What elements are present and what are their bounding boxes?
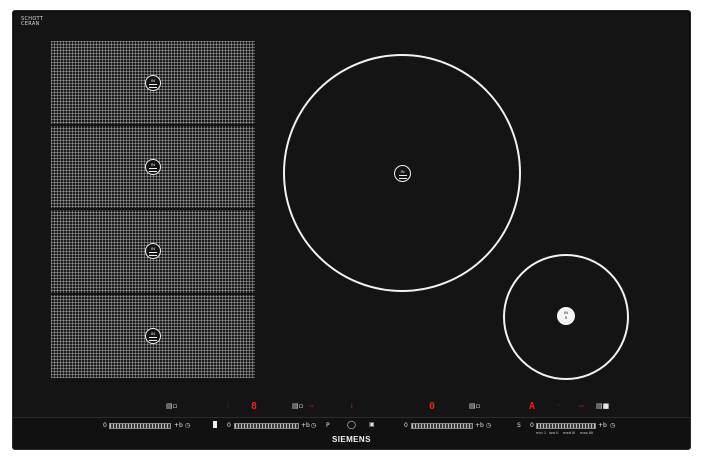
induction-lines-icon bbox=[398, 175, 407, 179]
touch-control-strip: 0 +b ◷ 0 +b ◷ P ◯ ▣ SIEMENS 0 +b ◷ S 0 +… bbox=[13, 417, 690, 449]
clock-icon[interactable]: ◷ bbox=[610, 422, 615, 429]
zone3-sub-display: ′′ bbox=[558, 404, 561, 411]
fry-sensor-mode-icon[interactable]: ▤■ bbox=[596, 402, 609, 410]
badge-label: IN bbox=[400, 169, 405, 174]
flex-mode-icon[interactable]: ▤▫ bbox=[292, 402, 303, 410]
warning-indicator-icon: ⋮ bbox=[225, 402, 231, 409]
large-zone-badge: IN bbox=[394, 165, 411, 182]
flex-divider bbox=[51, 293, 255, 295]
clock-icon[interactable]: ◷ bbox=[311, 422, 316, 429]
fry-scale-max: max IIII bbox=[580, 431, 594, 435]
slider-4-min-label[interactable]: 0 bbox=[530, 422, 534, 429]
brand-logo: SIEMENS bbox=[332, 435, 371, 444]
induction-lines-icon bbox=[149, 168, 157, 172]
flex-zone-badge-2: IN bbox=[145, 159, 161, 175]
fry-scale-low: low II bbox=[549, 431, 559, 435]
power-slider-2[interactable] bbox=[234, 423, 299, 429]
boost-indicator-icon: ⇨ bbox=[579, 403, 585, 410]
slider-2-min-label[interactable]: 0 bbox=[227, 422, 231, 429]
clock-icon[interactable]: ◷ bbox=[486, 422, 491, 429]
power-slider-1[interactable] bbox=[109, 423, 171, 429]
power-icon[interactable]: ◯ bbox=[347, 421, 356, 429]
badge-label: IN bbox=[151, 78, 155, 83]
slider-2-boost-button[interactable]: +b bbox=[301, 422, 310, 429]
power-slider-3[interactable] bbox=[411, 423, 473, 429]
status-indicator: I bbox=[351, 403, 353, 410]
fry-scale-min: min 1 bbox=[536, 431, 547, 435]
slider-3-min-label[interactable]: 0 bbox=[404, 422, 408, 429]
zone3-power-display: A bbox=[529, 401, 536, 412]
slider-1-min-label[interactable]: 0 bbox=[103, 422, 107, 429]
clock-icon[interactable]: ◷ bbox=[185, 422, 190, 429]
flex-divider bbox=[51, 124, 255, 126]
flex-zone-badge-1: IN bbox=[145, 75, 161, 91]
flex-divider bbox=[51, 208, 255, 210]
flex-zone-badge-4: IN bbox=[145, 328, 161, 344]
fry-scale-med: med III bbox=[563, 431, 576, 435]
zone2-timer-display: 0 bbox=[429, 401, 436, 412]
badge-sub-label: S bbox=[564, 315, 568, 320]
badge-label: IN bbox=[151, 246, 155, 251]
slider-4-boost-button[interactable]: +b bbox=[598, 422, 607, 429]
small-zone-badge: IN S bbox=[557, 307, 575, 325]
slider-3-boost-button[interactable]: +b bbox=[475, 422, 484, 429]
flex-select-icon[interactable] bbox=[213, 421, 217, 428]
power-slider-4[interactable] bbox=[536, 423, 596, 429]
induction-cooktop: SCHOTT CERAN IN IN IN IN IN IN S ▤▫ ⋮ 8 … bbox=[12, 10, 691, 450]
boost-indicator-icon: ⇨ bbox=[309, 403, 315, 410]
pause-button[interactable]: P bbox=[326, 422, 330, 429]
zone1-power-display: 8 bbox=[251, 401, 258, 412]
flex-induction-zone[interactable]: IN IN IN IN bbox=[51, 41, 255, 378]
induction-lines-icon bbox=[149, 84, 157, 88]
flex-zone-badge-3: IN bbox=[145, 243, 161, 259]
lock-icon[interactable]: ▣ bbox=[369, 421, 375, 428]
flex-mode-icon[interactable]: ▤▫ bbox=[166, 402, 177, 410]
induction-lines-icon bbox=[149, 337, 157, 341]
schott-ceran-logo: SCHOTT CERAN bbox=[21, 17, 43, 28]
logo-line-2: CERAN bbox=[21, 21, 40, 27]
slider-1-boost-button[interactable]: +b bbox=[174, 422, 183, 429]
induction-lines-icon bbox=[149, 252, 157, 256]
flex-mode-icon[interactable]: ▤▫ bbox=[469, 402, 480, 410]
badge-label: IN bbox=[151, 162, 155, 167]
fry-sensor-button[interactable]: S bbox=[517, 422, 521, 429]
badge-label: IN bbox=[151, 331, 155, 336]
